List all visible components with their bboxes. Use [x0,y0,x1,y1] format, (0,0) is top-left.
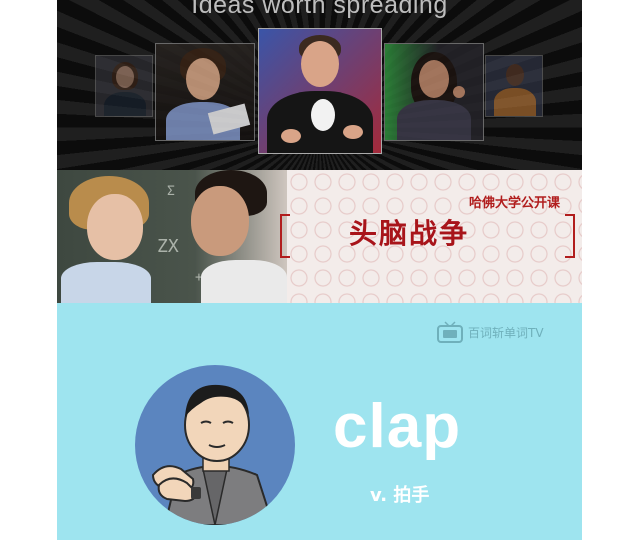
course-title: 头脑战争 [349,217,470,250]
word-card: 百词斩单词TV clap v. 拍手 [57,303,582,540]
clapping-man-illustration [135,365,295,525]
vocabulary-word: clap [333,392,462,461]
course-label: 哈佛大学公开课 [469,196,561,211]
speaker-thumbnail-1[interactable] [95,55,153,117]
chalkboard-image: Σ ZX + [57,170,287,303]
watermark: 百词斩单词TV [436,321,544,343]
speaker-thumbnail-3[interactable] [258,28,382,154]
ted-banner: Ideas worth spreading [57,0,582,170]
tv-icon [437,321,463,343]
speaker-thumbnail-5[interactable] [485,55,543,117]
harvard-banner: Σ ZX + 哈佛大学公开课 头脑战争 [57,170,582,303]
person-right [191,170,287,303]
ted-tagline: Ideas worth spreading [191,0,448,19]
cartoon-man-icon [151,384,275,525]
bracket-right [565,214,575,258]
word-definition: v. 拍手 [370,485,430,506]
watermark-text: 百词斩单词TV [468,325,544,340]
bracket-left [280,214,290,258]
person-left [61,176,151,303]
speaker-thumbnail-4[interactable] [384,43,484,141]
speaker-thumbnail-2[interactable] [155,43,255,141]
